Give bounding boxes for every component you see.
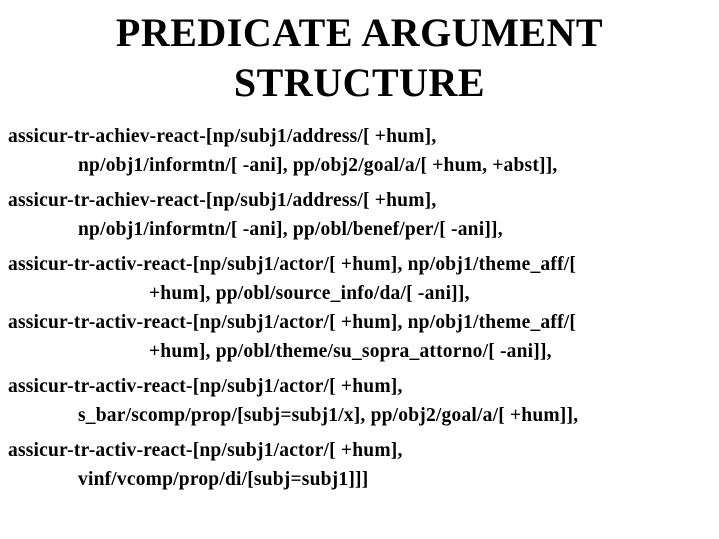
predicate-entry-1: assicur-tr-achiev-react-[np/subj1/addres… (8, 122, 713, 180)
predicate-entry-2: assicur-tr-achiev-react-[np/subj1/addres… (8, 186, 713, 244)
entry-continuation: +hum], pp/obl/theme/su_sopra_attorno/[ -… (149, 341, 552, 362)
predicate-entry-5: assicur-tr-activ-react-[np/subj1/actor/[… (8, 372, 713, 430)
entry-line: assicur-tr-achiev-react-[np/subj1/addres… (8, 190, 437, 211)
entry-line: assicur-tr-activ-react-[np/subj1/actor/[… (8, 312, 577, 333)
entry-continuation: np/obj1/informtn/[ -ani], pp/obl/benef/p… (78, 219, 503, 240)
entry-line: assicur-tr-activ-react-[np/subj1/actor/[… (8, 376, 403, 397)
slide: PREDICATE ARGUMENT STRUCTURE assicur-tr-… (0, 0, 719, 539)
entry-continuation: +hum], pp/obl/source_info/da/[ -ani]], (149, 283, 470, 304)
predicate-entry-3: assicur-tr-activ-react-[np/subj1/actor/[… (8, 250, 713, 308)
entry-continuation: vinf/vcomp/prop/di/[subj=subj1]]] (78, 469, 369, 490)
entry-continuation: s_bar/scomp/prop/[subj=subj1/x], pp/obj2… (78, 405, 579, 426)
entry-line: assicur-tr-activ-react-[np/subj1/actor/[… (8, 440, 403, 461)
entry-continuation: np/obj1/informtn/[ -ani], pp/obj2/goal/a… (78, 155, 558, 176)
title-line-2: STRUCTURE (233, 60, 486, 105)
entry-line: assicur-tr-achiev-react-[np/subj1/addres… (8, 126, 437, 147)
title-line-1: PREDICATE ARGUMENT (115, 10, 604, 55)
entry-line: assicur-tr-activ-react-[np/subj1/actor/[… (8, 254, 577, 275)
predicate-entry-6: assicur-tr-activ-react-[np/subj1/actor/[… (8, 436, 713, 494)
predicate-entries: assicur-tr-achiev-react-[np/subj1/addres… (8, 122, 713, 494)
slide-title: PREDICATE ARGUMENT STRUCTURE (0, 8, 719, 108)
predicate-entry-4: assicur-tr-activ-react-[np/subj1/actor/[… (8, 308, 713, 366)
